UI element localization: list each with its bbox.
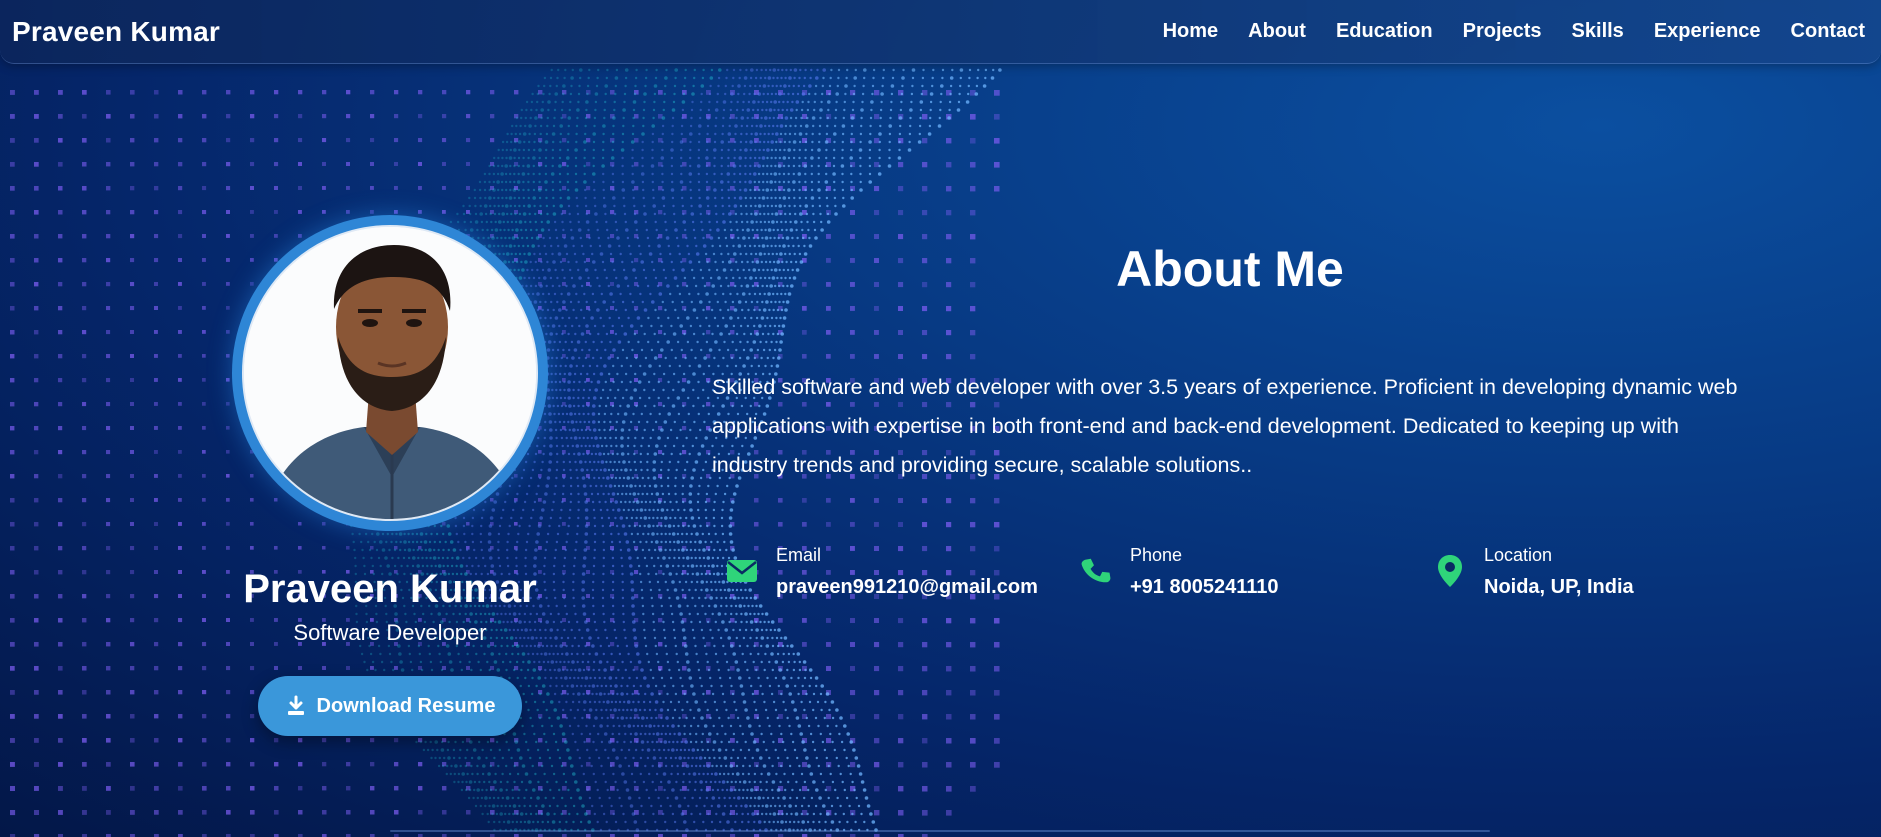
nav-education[interactable]: Education [1336,20,1433,43]
download-resume-label: Download Resume [317,695,496,718]
profile-name: Praveen Kumar [230,567,550,612]
about-title: About Me [1030,240,1430,298]
phone-icon [1078,553,1114,589]
phone-value[interactable]: +91 8005241110 [1130,576,1279,599]
about-description: Skilled software and web developer with … [712,368,1742,485]
section-divider [390,830,1490,832]
avatar [242,225,538,521]
location-value: Noida, UP, India [1484,576,1634,599]
nav-home[interactable]: Home [1163,20,1219,43]
avatar-ring [232,215,548,531]
location-label: Location [1484,545,1634,566]
email-label: Email [776,545,1038,566]
email-value[interactable]: praveen991210@gmail.com [776,576,1038,599]
download-resume-button[interactable]: Download Resume [258,676,522,736]
profile-card: Praveen Kumar Software Developer Downloa… [230,215,550,736]
nav-about[interactable]: About [1248,20,1306,43]
profile-photo [244,227,538,521]
contact-location: Location Noida, UP, India [1432,545,1634,599]
contact-phone: Phone +91 8005241110 [1078,545,1279,599]
brand-logo[interactable]: Praveen Kumar [12,16,220,48]
profile-role: Software Developer [230,620,550,646]
nav-experience[interactable]: Experience [1654,20,1761,43]
map-pin-icon [1432,553,1468,589]
nav-links: Home About Education Projects Skills Exp… [1163,20,1869,43]
nav-skills[interactable]: Skills [1572,20,1624,43]
download-icon [285,695,307,717]
nav-contact[interactable]: Contact [1791,20,1865,43]
phone-label: Phone [1130,545,1279,566]
contact-email: Email praveen991210@gmail.com [724,545,1038,599]
navbar: Praveen Kumar Home About Education Proje… [0,0,1881,64]
nav-projects[interactable]: Projects [1463,20,1542,43]
envelope-icon [724,553,760,589]
